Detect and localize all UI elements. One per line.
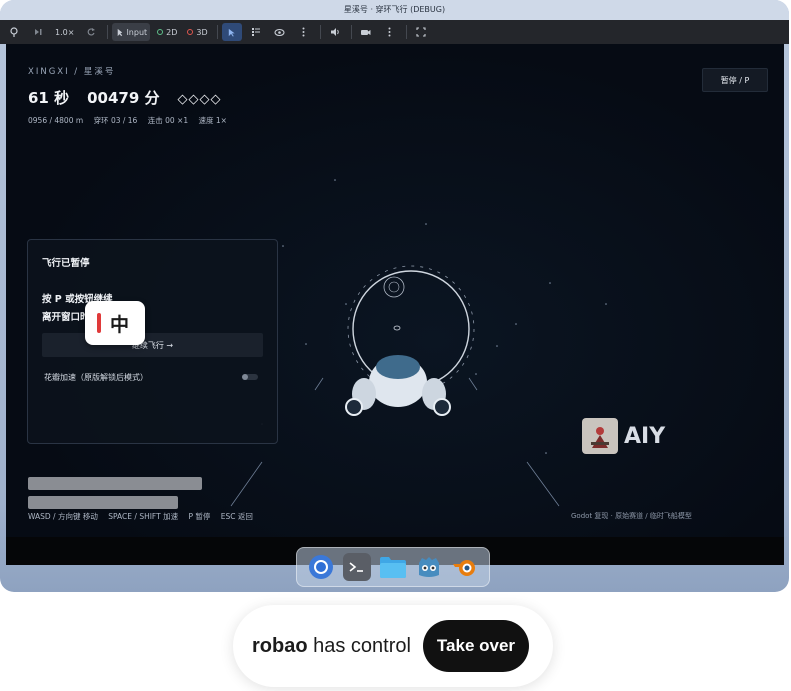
spaceship — [345, 355, 451, 416]
hud-stats: 61 秒 00479 分 ◇◇◇◇ — [28, 87, 222, 108]
ime-accent-bar — [97, 313, 101, 333]
distance-readout: 0956 / 4800 m — [28, 116, 84, 125]
boost-option-label: 花瓣加速（原版解锁后模式） — [44, 373, 148, 382]
mode-2d-label: 2D — [166, 27, 178, 37]
game-viewport[interactable]: XINGXI / 星溪号 61 秒 00479 分 ◇◇◇◇ 0956 / 48… — [6, 44, 784, 537]
files-icon[interactable] — [379, 553, 407, 581]
toggle-knob — [242, 374, 248, 380]
toolbar-divider — [319, 25, 321, 39]
redaction-bar — [28, 496, 178, 509]
select-tool-icon[interactable] — [221, 23, 242, 41]
continue-button[interactable]: 继续飞行 → — [42, 333, 263, 357]
hint-pause: P 暂停 — [188, 512, 211, 521]
hud-substats: 0956 / 4800 m 穿环 03 / 16 连击 00 ×1 速度 1× — [28, 115, 235, 126]
editor-toolbar: 1.0× Input 2D 3D — [0, 20, 789, 44]
toolbar-divider — [107, 25, 109, 39]
list-select-icon[interactable] — [246, 23, 266, 41]
control-banner: robao has control Take over — [233, 605, 553, 687]
camera-override-icon[interactable] — [356, 23, 376, 41]
aiy-text: AIY — [624, 423, 666, 449]
control-message: has control — [313, 634, 411, 657]
dock — [296, 547, 490, 587]
hint-back: ESC 返回 — [220, 512, 253, 521]
audio-icon[interactable] — [325, 23, 345, 41]
controls-hint: WASD / 方向键 移动 SPACE / SHIFT 加速 P 暂停 ESC … — [28, 511, 261, 522]
pause-button[interactable]: 暂停 / P — [702, 68, 768, 92]
toolbar-divider — [216, 25, 218, 39]
score-counter: 00479 分 — [87, 89, 160, 107]
embed-window-icon[interactable] — [411, 23, 431, 41]
mode-2d-button[interactable]: 2D — [154, 23, 180, 41]
kebab-menu-icon[interactable] — [294, 23, 314, 41]
speed-readout: 速度 1× — [198, 116, 227, 125]
aiy-logo-icon — [582, 418, 618, 454]
app-window: 星溪号 · 穿环飞行 (DEBUG) 1.0× Input 2D 3D XING… — [0, 0, 789, 592]
window-title: 星溪号 · 穿环飞行 (DEBUG) — [0, 0, 789, 20]
toolbar-divider — [350, 25, 352, 39]
pause-panel: 飞行已暂停 按 P 或按钮继续 离开窗口时自动暂停 继续飞行 → 花瓣加速（原版… — [27, 239, 278, 444]
boost-toggle[interactable] — [242, 374, 258, 380]
credit-text: Godot 复现 · 原始赛道 / 临时飞船模型 — [571, 512, 692, 520]
mode-3d-button[interactable]: 3D — [184, 23, 210, 41]
remote-icon[interactable] — [4, 23, 24, 41]
chrome-icon[interactable] — [307, 553, 335, 581]
mode-3d-label: 3D — [196, 27, 208, 37]
blender-icon[interactable] — [451, 553, 479, 581]
combo-readout: 连击 00 ×1 — [147, 116, 189, 125]
eye-icon[interactable] — [270, 23, 290, 41]
aiy-watermark: AIY — [582, 418, 665, 454]
pointer-icon — [118, 28, 123, 36]
step-icon[interactable] — [28, 23, 48, 41]
rings-readout: 穿环 03 / 16 — [93, 116, 138, 125]
kebab-menu-icon[interactable] — [380, 23, 400, 41]
toolbar-divider — [405, 25, 407, 39]
terminal-icon[interactable] — [343, 553, 371, 581]
reset-icon[interactable] — [81, 23, 101, 41]
input-label: Input — [126, 27, 148, 37]
control-status: robao has control — [252, 635, 411, 658]
ime-mode-label: 中 — [110, 313, 130, 336]
redaction-bar — [28, 477, 202, 490]
hint-move: WASD / 方向键 移动 — [28, 512, 98, 521]
circle-3d-icon — [187, 29, 194, 35]
ime-indicator[interactable]: 中 — [85, 301, 145, 345]
hud-brand: XINGXI / 星溪号 — [28, 67, 116, 77]
hint-boost: SPACE / SHIFT 加速 — [108, 512, 179, 521]
take-over-button[interactable]: Take over — [422, 620, 529, 672]
pause-panel-title: 飞行已暂停 — [42, 258, 90, 269]
time-counter: 61 秒 — [28, 89, 70, 107]
gem-indicators: ◇◇◇◇ — [177, 92, 222, 107]
speed-selector[interactable]: 1.0× — [52, 23, 77, 41]
input-toggle[interactable]: Input — [112, 23, 151, 41]
circle-2d-icon — [157, 29, 164, 35]
controller-name: robao — [252, 634, 308, 657]
godot-icon[interactable] — [415, 553, 443, 581]
